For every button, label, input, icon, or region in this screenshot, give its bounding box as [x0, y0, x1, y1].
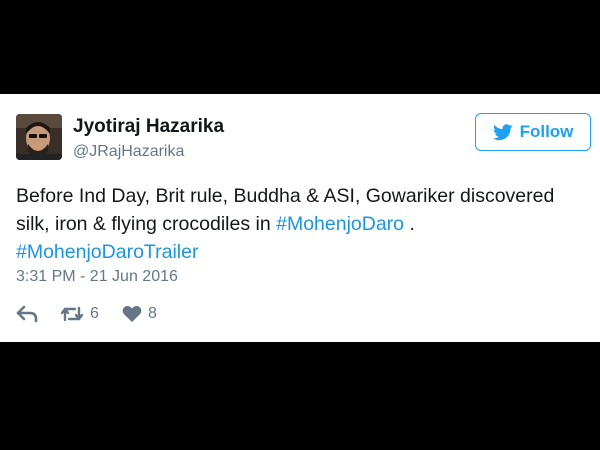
reply-icon — [16, 305, 38, 323]
bird-icon — [492, 123, 513, 140]
like-count: 8 — [148, 305, 157, 322]
profile-photo-icon — [16, 114, 62, 160]
avatar[interactable] — [16, 114, 62, 160]
heart-icon — [122, 306, 142, 322]
retweet-icon — [60, 306, 84, 322]
hashtag-link[interactable]: #MohenjoDaroTrailer — [16, 241, 198, 263]
tweet-text-segment: . — [404, 213, 415, 235]
tweet-timestamp[interactable]: 3:31 PM - 21 Jun 2016 — [16, 268, 178, 286]
reply-button[interactable] — [16, 305, 60, 323]
tweet-actions: 6 8 — [16, 303, 157, 325]
follow-button[interactable]: Follow — [475, 113, 591, 151]
retweet-count: 6 — [90, 305, 99, 322]
follow-button-label: Follow — [519, 122, 574, 141]
tweet-text: Before Ind Day, Brit rule, Buddha & ASI,… — [16, 182, 591, 266]
user-handle[interactable]: @JRajHazarika — [73, 143, 184, 161]
like-button[interactable]: 8 — [122, 305, 157, 323]
retweet-button[interactable]: 6 — [60, 305, 122, 323]
screenshot-frame: Jyotiraj Hazarika @JRajHazarika Follow B… — [0, 0, 600, 450]
hashtag-link[interactable]: #MohenjoDaro — [276, 213, 404, 235]
display-name[interactable]: Jyotiraj Hazarika — [73, 116, 224, 138]
